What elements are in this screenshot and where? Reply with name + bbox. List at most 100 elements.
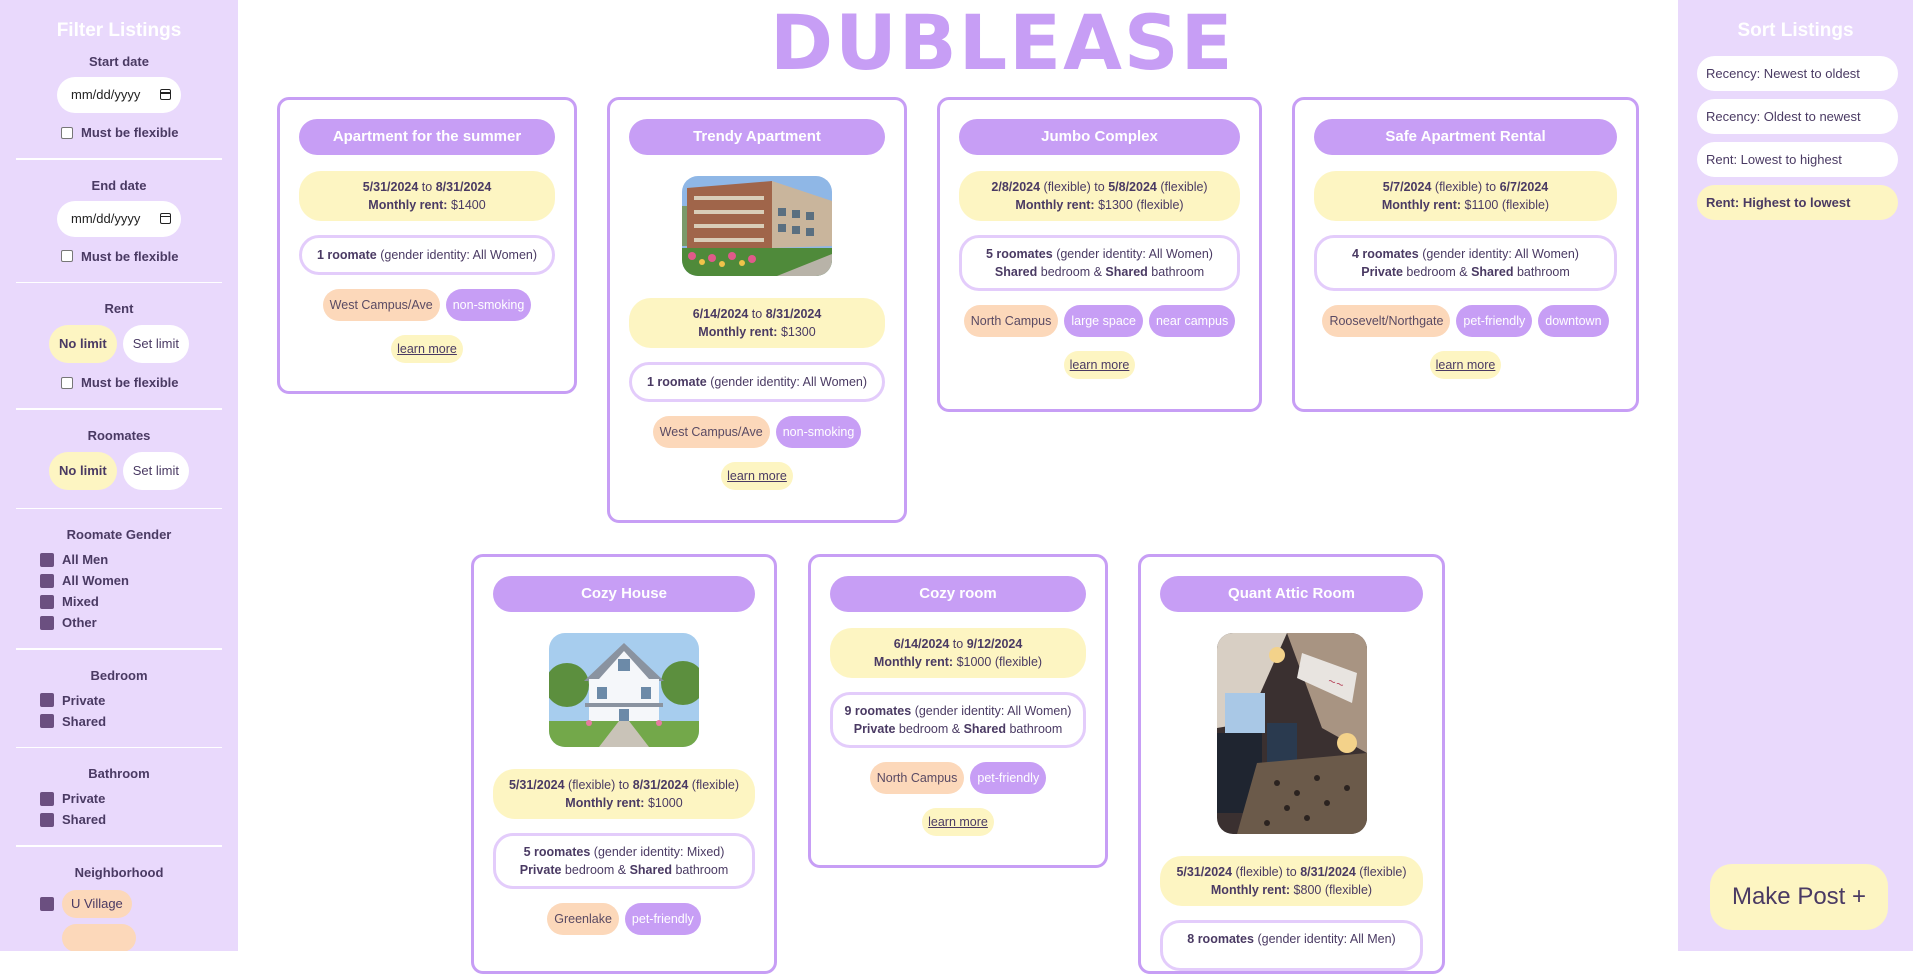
rent-flexible-checkbox[interactable]: Must be flexible <box>16 375 222 390</box>
rent-value: $1300 <box>1098 198 1133 212</box>
bedroom-word: bedroom <box>898 722 949 736</box>
listing-dates: 2/8/2024 (flexible) to 5/8/2024 (flexibl… <box>959 171 1240 221</box>
listing-photo[interactable]: ~~ <box>1216 633 1367 834</box>
bedroom-option-private[interactable]: Private <box>16 693 222 708</box>
sort-option-rent-high[interactable]: Rent: Highest to lowest <box>1697 185 1898 220</box>
roommates-set-limit-button[interactable]: Set limit <box>122 451 189 490</box>
feature-tag: pet-friendly <box>1456 305 1533 337</box>
bathroom-option-private[interactable]: Private <box>16 791 222 806</box>
checkbox-icon[interactable] <box>40 573 54 588</box>
learn-more-link[interactable]: learn more <box>391 335 463 363</box>
checkbox-icon[interactable] <box>40 812 54 827</box>
end-date-section: End date mm/dd/yyyy Must be flexible <box>0 178 238 264</box>
bathroom-option-label: Private <box>62 791 106 806</box>
bathroom-label: Bathroom <box>88 766 150 781</box>
rent-value: $1000 <box>956 655 992 669</box>
sort-option-oldest[interactable]: Recency: Oldest to newest <box>1697 99 1898 134</box>
calendar-icon[interactable] <box>160 89 171 100</box>
neighborhood-option-u-village[interactable]: U Village <box>16 889 222 918</box>
bathroom-option-shared[interactable]: Shared <box>16 812 222 827</box>
make-post-button[interactable]: Make Post + <box>1710 864 1888 930</box>
sort-option-rent-low[interactable]: Rent: Lowest to highest <box>1697 142 1898 177</box>
rent-flexible: (flexible) <box>1324 883 1373 897</box>
bathroom-word: bathroom <box>675 863 729 877</box>
start-date-flexible-checkbox[interactable]: Must be flexible <box>16 125 222 140</box>
attic-room-image: ~~ <box>1216 633 1367 834</box>
listing-card[interactable]: Safe Apartment Rental 5/7/2024 (flexible… <box>1292 97 1639 412</box>
app-logo: DUBLEASE <box>770 0 1235 87</box>
start-date: 5/31/2024 <box>1176 865 1233 879</box>
listing-title: Quant Attic Room <box>1160 576 1423 612</box>
listing-dates: 5/31/2024 (flexible) to 8/31/2024 (flexi… <box>493 769 755 819</box>
checkbox-icon[interactable] <box>61 126 73 139</box>
checkbox-icon[interactable] <box>40 791 54 806</box>
learn-more-link[interactable]: learn more <box>922 808 994 836</box>
gender-option-other[interactable]: Other <box>16 615 222 630</box>
amp: & <box>1093 265 1102 279</box>
listing-card[interactable]: Jumbo Complex 2/8/2024 (flexible) to 5/8… <box>937 97 1262 412</box>
bedroom-option-shared[interactable]: Shared <box>16 714 222 729</box>
gender-option-mixed[interactable]: Mixed <box>16 594 222 609</box>
date-separator: to <box>1485 180 1497 194</box>
feature-tag: large space <box>1064 305 1143 337</box>
roommates-no-limit-button[interactable]: No limit <box>49 451 117 490</box>
end-date-flexible-checkbox[interactable]: Must be flexible <box>16 249 222 264</box>
roommate-count: 1 roomate <box>646 375 707 389</box>
rent-label: Monthly rent: <box>873 655 954 669</box>
divider <box>16 746 222 748</box>
roommate-count: 4 roomates <box>1352 247 1419 261</box>
listing-card[interactable]: Apartment for the summer 5/31/2024 to 8/… <box>277 97 577 394</box>
bedroom-type: Private <box>853 722 896 736</box>
start-flexible: (flexible) <box>1235 865 1283 879</box>
end-date: 8/31/2024 <box>435 180 492 194</box>
learn-more-link[interactable]: learn more <box>721 462 793 490</box>
neighborhood-option-next[interactable] <box>16 923 222 951</box>
gender-option-all-women[interactable]: All Women <box>16 573 222 588</box>
listing-photo[interactable] <box>682 176 832 276</box>
feature-tag: downtown <box>1538 305 1609 337</box>
rent-value: $1300 <box>780 325 816 339</box>
neighborhood-tag: Roosevelt/Northgate <box>1322 305 1451 337</box>
checkbox-icon[interactable] <box>40 594 54 609</box>
gender-option-label: Mixed <box>62 594 99 609</box>
rent-label: Rent <box>104 301 134 316</box>
checkbox-icon[interactable] <box>40 693 54 707</box>
listing-roommates: 4 roomates (gender identity: All Women) … <box>1314 235 1617 291</box>
bedroom-word: bedroom <box>564 863 615 877</box>
checkbox-icon[interactable] <box>61 376 73 389</box>
date-separator: to <box>1286 865 1297 879</box>
checkbox-icon[interactable] <box>40 896 54 911</box>
end-date-flexible-label: Must be flexible <box>81 248 179 264</box>
checkbox-icon[interactable] <box>61 250 73 262</box>
end-date: 8/31/2024 <box>1300 865 1356 879</box>
roommate-count: 9 roomates <box>844 704 912 718</box>
rent-no-limit-button[interactable]: No limit <box>49 325 117 363</box>
start-date-input[interactable]: mm/dd/yyyy <box>57 77 181 113</box>
rent-set-limit-button[interactable]: Set limit <box>122 325 189 363</box>
learn-more-link[interactable]: learn more <box>1429 351 1502 379</box>
checkbox-icon[interactable] <box>40 714 54 728</box>
bedroom-option-label: Private <box>62 692 106 708</box>
listing-roommates: 1 roomate (gender identity: All Women) <box>629 362 885 402</box>
learn-more-link[interactable]: learn more <box>1063 351 1136 379</box>
start-date-flexible-label: Must be flexible <box>81 125 179 140</box>
bathroom-word: bathroom <box>1151 265 1205 279</box>
gender-option-all-men[interactable]: All Men <box>16 552 222 567</box>
bedroom-option-label: Shared <box>62 713 107 729</box>
start-flexible: (flexible) <box>1043 180 1091 194</box>
listing-photo[interactable] <box>549 633 699 747</box>
checkbox-icon[interactable] <box>40 552 54 567</box>
end-date: 9/12/2024 <box>966 637 1023 651</box>
checkbox-icon[interactable] <box>40 615 54 630</box>
feature-tag: pet-friendly <box>624 903 701 935</box>
divider <box>16 158 222 160</box>
amp: & <box>1459 265 1468 279</box>
calendar-icon[interactable] <box>160 212 171 224</box>
listing-card[interactable]: Quant Attic Room ~~ 5/31/2024 (flexible)… <box>1138 554 1445 974</box>
listing-card[interactable]: Cozy House 5/31/2024 (flexible) to 8/31/… <box>471 554 777 974</box>
end-date-input[interactable]: mm/dd/yyyy <box>57 200 181 237</box>
listing-card[interactable]: Cozy room 6/14/2024 to 9/12/2024 Monthly… <box>808 554 1108 868</box>
bedroom-word: bedroom <box>1406 265 1456 279</box>
listing-card[interactable]: Trendy Apartment 6/14/2024 to 8/31/2024 … <box>607 97 907 523</box>
sort-option-newest[interactable]: Recency: Newest to oldest <box>1697 56 1898 91</box>
